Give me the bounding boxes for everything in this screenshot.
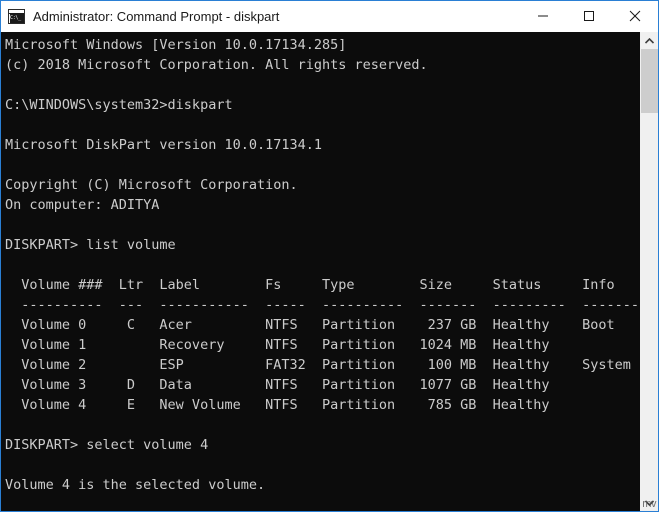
console-line: DISKPART> select volume 4 (5, 435, 640, 455)
scrollbar-track[interactable] (641, 49, 658, 494)
console-line: Volume ### Ltr Label Fs Type Size Status… (5, 275, 640, 295)
console-line: C:\WINDOWS\system32>diskpart (5, 95, 640, 115)
window-title: Administrator: Command Prompt - diskpart (33, 9, 520, 24)
console-line: (c) 2018 Microsoft Corporation. All righ… (5, 55, 640, 75)
scrollbar-thumb[interactable] (641, 49, 658, 113)
console-output[interactable]: Microsoft Windows [Version 10.0.17134.28… (1, 32, 640, 511)
console-line (5, 495, 640, 511)
command-prompt-window: Administrator: Command Prompt - diskpart… (0, 0, 659, 512)
maximize-button[interactable] (566, 2, 612, 31)
console-line: Microsoft Windows [Version 10.0.17134.28… (5, 35, 640, 55)
close-button[interactable] (612, 2, 658, 31)
console-line: Volume 0 C Acer NTFS Partition 237 GB He… (5, 315, 640, 335)
scroll-down-button[interactable] (641, 494, 658, 511)
console-line (5, 75, 640, 95)
console-icon (8, 9, 25, 24)
console-line: Volume 3 D Data NTFS Partition 1077 GB H… (5, 375, 640, 395)
minimize-button[interactable] (520, 2, 566, 31)
vertical-scrollbar[interactable] (640, 32, 658, 511)
console-line (5, 455, 640, 475)
console-line (5, 155, 640, 175)
console-line: Microsoft DiskPart version 10.0.17134.1 (5, 135, 640, 155)
title-bar[interactable]: Administrator: Command Prompt - diskpart (1, 1, 658, 32)
console-line: On computer: ADITYA (5, 195, 640, 215)
scroll-up-button[interactable] (641, 32, 658, 49)
console-line: Copyright (C) Microsoft Corporation. (5, 175, 640, 195)
console-line: Volume 2 ESP FAT32 Partition 100 MB Heal… (5, 355, 640, 375)
console-line (5, 255, 640, 275)
console-line (5, 115, 640, 135)
console-line (5, 215, 640, 235)
console-line: DISKPART> list volume (5, 235, 640, 255)
console-line: Volume 4 E New Volume NTFS Partition 785… (5, 395, 640, 415)
console-line: ---------- --- ----------- ----- -------… (5, 295, 640, 315)
console-line: Volume 1 Recovery NTFS Partition 1024 MB… (5, 335, 640, 355)
console-line (5, 415, 640, 435)
client-area: Microsoft Windows [Version 10.0.17134.28… (1, 32, 658, 511)
console-line: Volume 4 is the selected volume. (5, 475, 640, 495)
